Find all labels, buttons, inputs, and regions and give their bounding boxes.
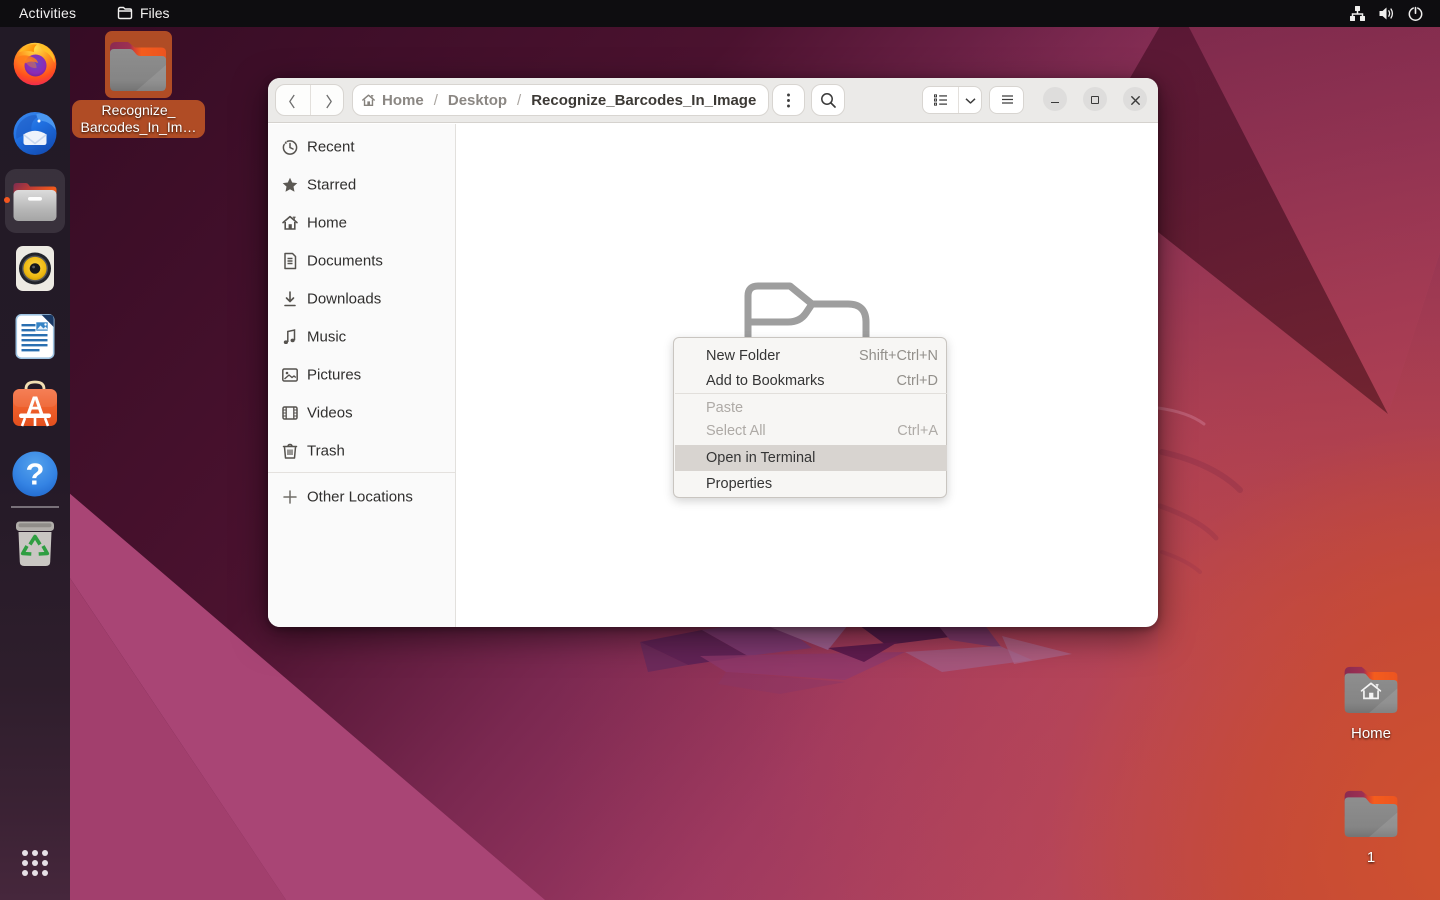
- svg-text:?: ?: [26, 457, 45, 492]
